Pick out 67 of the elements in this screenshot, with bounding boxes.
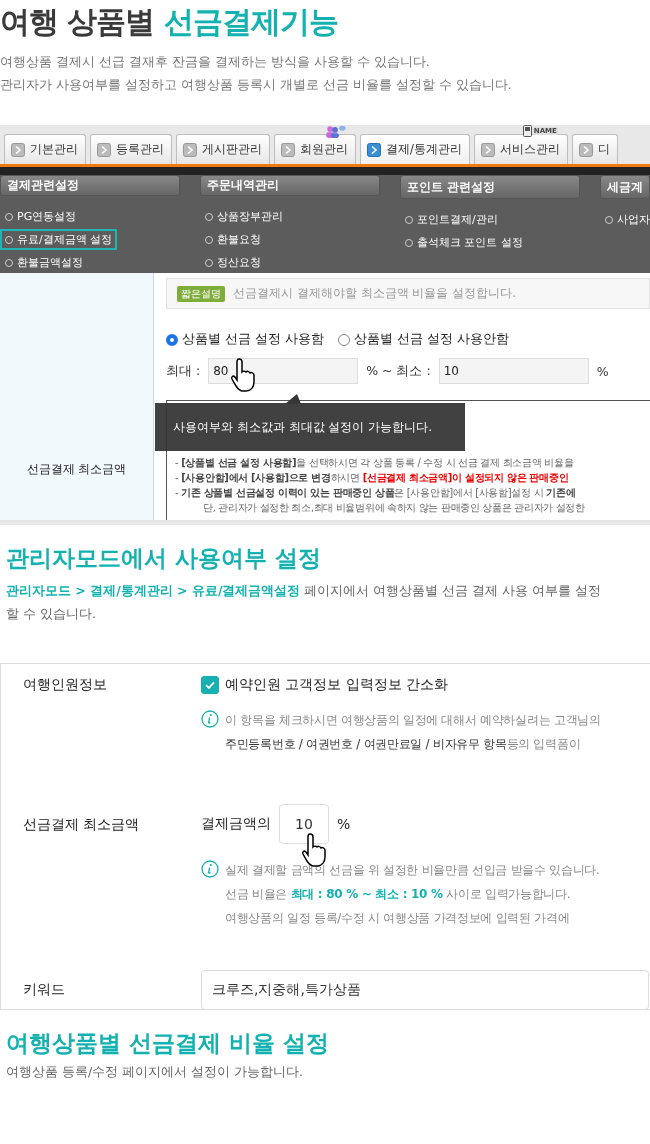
chevron-icon xyxy=(97,142,111,157)
help-text: 단, 관리자가 설정한 최소,최대 비율범위에 속하지 않는 판매중인 상품은 관리자가 설정한 xyxy=(202,501,586,515)
radio-option[interactable]: 상품별 선금 설정 사용함 xyxy=(166,331,324,348)
menu-tab[interactable]: 서비스관리 xyxy=(473,134,568,164)
menu-heading: 결제관련설정 xyxy=(0,175,180,196)
max-input[interactable]: 80 xyxy=(208,358,359,384)
intro-text: 관리자가 사용여부를 설정하고 여행상품 등록시 개별로 선금 비율를 설정할 수 있습니다. xyxy=(0,76,513,94)
info-icon xyxy=(201,710,219,728)
info-icon xyxy=(201,860,219,878)
field-prefix: 결제금액의 xyxy=(201,815,271,833)
menu-item[interactable]: 환불요청 xyxy=(200,229,266,250)
section-heading: 관리자모드에서 사용여부 설정 xyxy=(6,544,322,573)
min-label: % ~ 최소 : xyxy=(366,362,431,380)
menu-heading: 포인트 관련설정 xyxy=(400,175,580,199)
field-label: 여행인원정보 xyxy=(22,676,108,694)
menu-item[interactable]: PG연동설정 xyxy=(0,206,82,227)
chevron-icon xyxy=(11,142,25,157)
menu-item[interactable]: 포인트결제/관리 xyxy=(400,209,503,230)
menu-tab[interactable]: 디 xyxy=(571,134,618,164)
info-text: 실제 결제할 금액의 선금을 위 설정한 비율만큼 선입금 받을수 있습니다. xyxy=(225,862,600,879)
menu-item[interactable]: 출석체크 포인트 설정 xyxy=(400,232,528,253)
min-input[interactable]: 10 xyxy=(438,358,589,384)
help-text: - 기존 상품별 선금설정 이력이 있는 판매중인 상품은 [사용안함]에서 [사용함]설정 시 기존에 xyxy=(175,486,577,500)
checkbox-option[interactable]: 예약인원 고객정보 입력정보 간소화 xyxy=(201,676,650,694)
menu-heading: 주문내역관리 xyxy=(200,175,380,196)
chevron-icon xyxy=(480,142,495,157)
menu-item[interactable]: 유료/결제금액 설정 xyxy=(0,229,118,250)
menu-heading: 세금계 xyxy=(600,175,650,199)
field-label: 선금결제 최소금액 xyxy=(22,815,141,834)
chevron-icon xyxy=(183,142,197,157)
menu-tab[interactable]: 결제/통계관리 xyxy=(360,134,470,164)
page-title: 여행 상품별 선금결제기능 xyxy=(0,3,339,41)
unit-label: % xyxy=(596,363,609,379)
keyword-input[interactable]: 크루즈,지중해,특가상품 xyxy=(201,970,649,1009)
chevron-icon xyxy=(578,142,593,157)
menu-item[interactable]: 환불금액설정 xyxy=(0,252,88,273)
section-text: 여행상품 등록/수정 페이지에서 설정이 가능합니다. xyxy=(6,1064,305,1081)
description-text: 선금결제시 결제해야할 최소금액 비율을 설정합니다. xyxy=(233,285,517,302)
menu-item[interactable]: 정산요청 xyxy=(200,252,266,273)
field-label: 키워드 xyxy=(22,981,66,999)
info-text: 여행상품의 일정 등록/수정 시 여행상품 가격정보에 입력된 가격에 xyxy=(225,910,571,927)
info-text: 주민등록번호 / 여권번호 / 여권만료일 / 비자유무 항목등의 입력폼이 xyxy=(225,736,582,753)
menu-item[interactable]: 상품장부관리 xyxy=(200,206,288,227)
radio-icon[interactable] xyxy=(166,333,178,346)
menu-tab[interactable]: 등록관리 xyxy=(90,134,172,164)
intro-text: 여행상품 결제시 선급 결재후 잔금을 결제하는 방식을 사용할 수 있습니다. xyxy=(0,53,431,71)
chevron-icon xyxy=(367,142,381,157)
checkbox[interactable] xyxy=(201,676,219,694)
tooltip-text: 사용여부와 최소값과 최대값 설정이 가능합니다. xyxy=(173,418,433,436)
percent-input[interactable]: 10 xyxy=(279,804,329,844)
help-text: - [사용안함]에서 [사용함]으로 변경하시면 [선금결제 최소금액]이 설정되지 않은 판매중인 xyxy=(175,471,570,485)
menu-tab[interactable]: 게시판관리 xyxy=(176,134,270,164)
section-text: 관리자모드 > 결제/통계관리 > 유료/결제금액설정 페이지에서 여행상품별 선금 결제 사용 여부를 설정할 수 있습니다. xyxy=(6,582,603,623)
radio-option[interactable]: 상품별 선금 설정 사용안함 xyxy=(337,331,509,348)
section-heading: 여행상품별 선금결제 비율 설정 xyxy=(6,1029,331,1058)
max-label: 최대 : xyxy=(166,362,201,380)
field-label: 선금결제 최소금액 xyxy=(26,461,127,478)
unit-label: % xyxy=(337,816,351,832)
menu-tab[interactable]: 회원관리 xyxy=(274,134,356,164)
help-text: - [상품별 선금 설정 사용함]을 선택하시면 각 상품 등록 / 수정 시 선금 결제 최소금액 비율을 xyxy=(175,456,575,470)
radio-icon[interactable] xyxy=(337,333,350,346)
description-tag: 짧은설명 xyxy=(177,285,225,302)
info-text: 선금 비율은 최대 : 80 % ~ 최소 : 10 % 사이로 입력가능합니다. xyxy=(225,886,572,903)
menu-tab[interactable]: 기본관리 xyxy=(4,134,86,164)
info-text: 이 항목을 체크하시면 여행상품의 일정에 대해서 예약하실려는 고객님의 xyxy=(225,712,601,729)
menu-item[interactable]: 사업자 xyxy=(600,209,650,230)
chevron-icon xyxy=(281,142,295,157)
